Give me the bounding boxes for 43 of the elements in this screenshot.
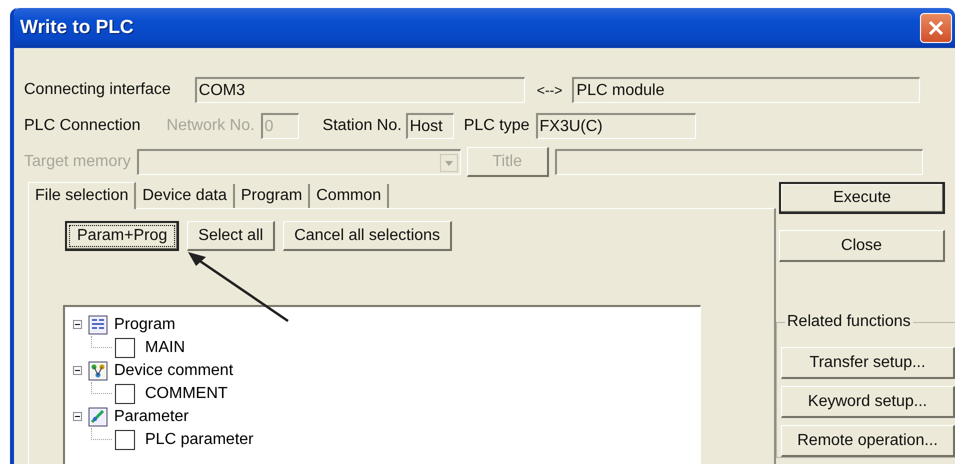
- field-label: Connecting interface: [24, 81, 171, 99]
- tree-item[interactable]: COMMENT: [145, 384, 228, 402]
- input-field[interactable]: COM3: [194, 77, 525, 103]
- field-label: Target memory: [24, 153, 131, 171]
- title-field[interactable]: [554, 149, 923, 175]
- input-field[interactable]: Host: [406, 113, 454, 139]
- action-button[interactable]: Execute: [779, 182, 945, 214]
- function-button[interactable]: Keyword setup...: [781, 386, 955, 418]
- chart-icon: [88, 406, 108, 426]
- input-field: 0: [260, 113, 299, 139]
- checkbox[interactable]: [115, 430, 135, 450]
- checkbox[interactable]: [115, 338, 135, 358]
- tree-line: [91, 382, 112, 394]
- input-field[interactable]: PLC module: [572, 77, 920, 103]
- tree-item[interactable]: MAIN: [145, 338, 185, 356]
- collapse-icon[interactable]: [73, 320, 82, 329]
- field-label: PLC Connection: [24, 117, 141, 135]
- tab[interactable]: File selection: [28, 182, 136, 209]
- tree-item[interactable]: Device comment: [114, 362, 234, 380]
- close-button[interactable]: [920, 13, 952, 43]
- node-icon: [88, 360, 108, 380]
- field-label: PLC type: [464, 117, 530, 135]
- toolbar-button[interactable]: Cancel all selections: [283, 221, 452, 251]
- collapse-icon[interactable]: [73, 412, 82, 421]
- tree-line: [91, 428, 112, 440]
- tree-item[interactable]: Parameter: [114, 408, 189, 426]
- input-field[interactable]: FX3U(C): [536, 113, 696, 139]
- collapse-icon[interactable]: [73, 366, 82, 375]
- toolbar-button[interactable]: Select all: [187, 221, 276, 251]
- window-title: Write to PLC: [20, 17, 134, 39]
- ladder-icon: [88, 314, 108, 334]
- tree-line: [91, 336, 112, 348]
- action-button[interactable]: Close: [779, 230, 945, 262]
- field-label: Network No.: [166, 117, 255, 135]
- close-icon: [928, 20, 944, 36]
- checkbox[interactable]: [115, 384, 135, 404]
- tree-item[interactable]: Program: [114, 316, 176, 334]
- field-label: Station No.: [322, 117, 402, 135]
- toolbar-button[interactable]: Param+Prog: [65, 221, 180, 251]
- tree-item[interactable]: PLC parameter: [145, 430, 254, 448]
- function-button[interactable]: Transfer setup...: [781, 347, 955, 379]
- function-button[interactable]: Remote operation...: [781, 425, 955, 457]
- link-symbol: <-->: [536, 82, 562, 98]
